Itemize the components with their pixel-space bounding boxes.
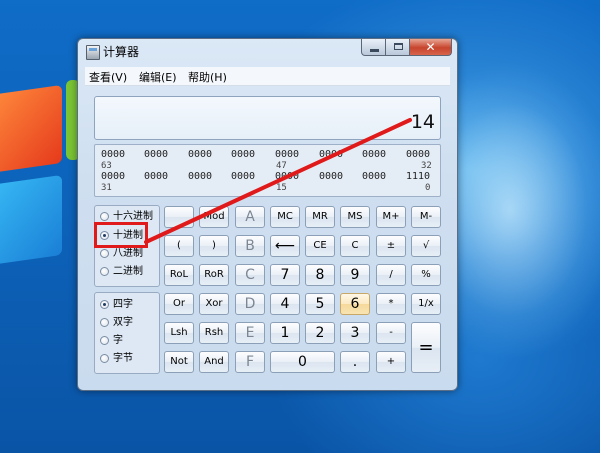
annotation-arrow (144, 118, 412, 244)
